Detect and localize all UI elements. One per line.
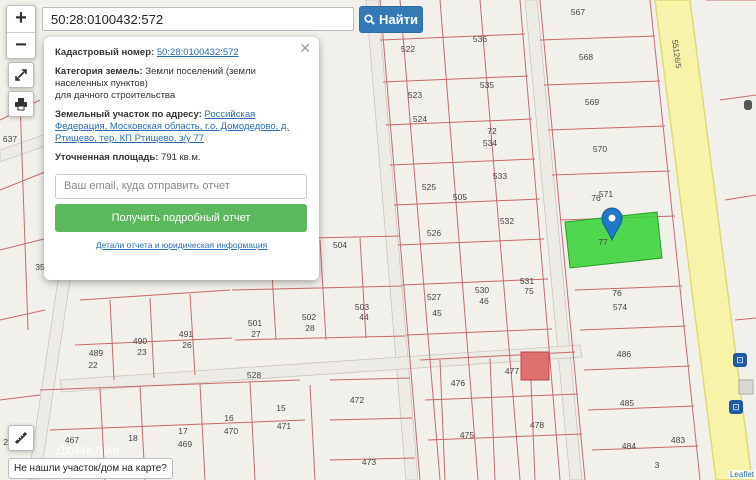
- parcel-number: 76: [612, 288, 622, 298]
- category-label: Категория земель:: [55, 66, 143, 77]
- parcel-number: 502: [302, 312, 316, 322]
- parcel-number: 533: [493, 171, 507, 181]
- parcel-number: 534: [483, 138, 497, 148]
- print-button[interactable]: [8, 91, 34, 117]
- area-label: Уточненная площадь:: [55, 152, 159, 163]
- address-label: Земельный участок по адресу:: [55, 109, 202, 120]
- parcel-number: 22: [88, 360, 98, 370]
- parcel-number: 526: [427, 228, 441, 238]
- usage-value: для дачного строительства: [55, 90, 176, 101]
- not-found-button[interactable]: Не нашли участок/дом на карте?: [8, 458, 173, 479]
- parcel-number: 571: [599, 189, 613, 199]
- parcel-number: 18: [128, 433, 138, 443]
- parcel-info-popup: ✕ Кадастровый номер: 50:28:0100432:572 К…: [44, 37, 319, 280]
- bus-stop-icon[interactable]: ⊡: [733, 353, 747, 367]
- poi-icon[interactable]: [744, 100, 752, 110]
- close-icon[interactable]: ✕: [299, 40, 311, 57]
- parcel-number: 568: [579, 52, 593, 62]
- parcel-number: 483: [671, 435, 685, 445]
- parcel-number: 72: [487, 126, 497, 136]
- ruler-icon: [14, 431, 28, 445]
- parcel-number: 28: [305, 323, 315, 333]
- parcel-number: 476: [451, 378, 465, 388]
- parcel-number: 75: [524, 286, 534, 296]
- parcel-number: 486: [617, 349, 631, 359]
- parcel-number: 569: [585, 97, 599, 107]
- parcel-number: 525: [422, 182, 436, 192]
- parcel-number: 77: [598, 237, 608, 247]
- parcel-number: 490: [133, 336, 147, 346]
- parcel-number: 475: [460, 430, 474, 440]
- parcel-number: 484: [622, 441, 636, 451]
- parcel-number: 491: [179, 329, 193, 339]
- bus-stop-icon[interactable]: ⊡: [729, 400, 743, 414]
- fullscreen-button[interactable]: [8, 62, 34, 88]
- search-icon: [364, 14, 375, 25]
- parcel-number: 528: [247, 370, 261, 380]
- zoom-control: + −: [6, 5, 36, 59]
- building: [738, 379, 754, 395]
- expand-icon: [15, 69, 27, 81]
- parcel-number: 570: [593, 144, 607, 154]
- parcel-number: 477: [505, 366, 519, 376]
- parcel-number: 485: [620, 398, 634, 408]
- parcel-number: 535: [480, 80, 494, 90]
- email-input[interactable]: Ваш email, куда отправить отчет: [55, 174, 307, 199]
- printer-icon: [15, 98, 27, 111]
- parcel-number: 44: [359, 312, 369, 322]
- parcel-number: 574: [613, 302, 627, 312]
- parcel-number: 472: [350, 395, 364, 405]
- parcel-number: 522: [401, 44, 415, 54]
- parcel-number: 15: [276, 403, 286, 413]
- zoom-out-button[interactable]: −: [7, 32, 35, 59]
- parcel-number: 489: [89, 348, 103, 358]
- parcel-number: 567: [571, 7, 585, 17]
- get-report-button[interactable]: Получить подробный отчет: [55, 204, 307, 232]
- parcel-number: 501: [248, 318, 262, 328]
- parcel-number: 503: [355, 302, 369, 312]
- measure-button[interactable]: [8, 425, 34, 451]
- search-input[interactable]: 50:28:0100432:572: [42, 7, 354, 31]
- parcel-number: 470: [224, 426, 238, 436]
- parcel-number: 27: [251, 329, 261, 339]
- parcel-number: 26: [182, 340, 192, 350]
- parcel-number: 23: [137, 347, 147, 357]
- parcel-number: 530: [475, 285, 489, 295]
- building: [520, 351, 550, 381]
- cadastral-link[interactable]: 50:28:0100432:572: [157, 47, 239, 58]
- attribution-link[interactable]: Leaflet: [727, 470, 756, 479]
- parcel-number: 531: [520, 276, 534, 286]
- parcel-number: 524: [413, 114, 427, 124]
- parcel-number: 3: [655, 460, 660, 470]
- area-value: 791 кв.м.: [161, 152, 201, 163]
- parcel-number: 637: [3, 134, 17, 144]
- search-button[interactable]: Найти: [359, 6, 423, 33]
- parcel-number: 45: [432, 308, 442, 318]
- parcel-number: 469: [178, 439, 192, 449]
- parcel-number: 504: [333, 240, 347, 250]
- cadastral-label: Кадастровый номер:: [55, 47, 155, 58]
- parcel-number: 478: [530, 420, 544, 430]
- search-button-label: Найти: [379, 12, 418, 27]
- details-link[interactable]: Детали отчета и юридическая информация: [96, 240, 267, 250]
- parcel-number: 527: [427, 292, 441, 302]
- parcel-number: 16: [224, 413, 234, 423]
- zoom-in-button[interactable]: +: [7, 6, 35, 32]
- parcel-number: 473: [362, 457, 376, 467]
- parcel-number: 471: [277, 421, 291, 431]
- watermark: Домклик: [55, 442, 120, 459]
- parcel-number: 532: [500, 216, 514, 226]
- parcel-number: 536: [473, 34, 487, 44]
- parcel-number: 505: [453, 192, 467, 202]
- parcel-number: 17: [178, 426, 188, 436]
- parcel-number: 523: [408, 90, 422, 100]
- parcel-number: 46: [479, 296, 489, 306]
